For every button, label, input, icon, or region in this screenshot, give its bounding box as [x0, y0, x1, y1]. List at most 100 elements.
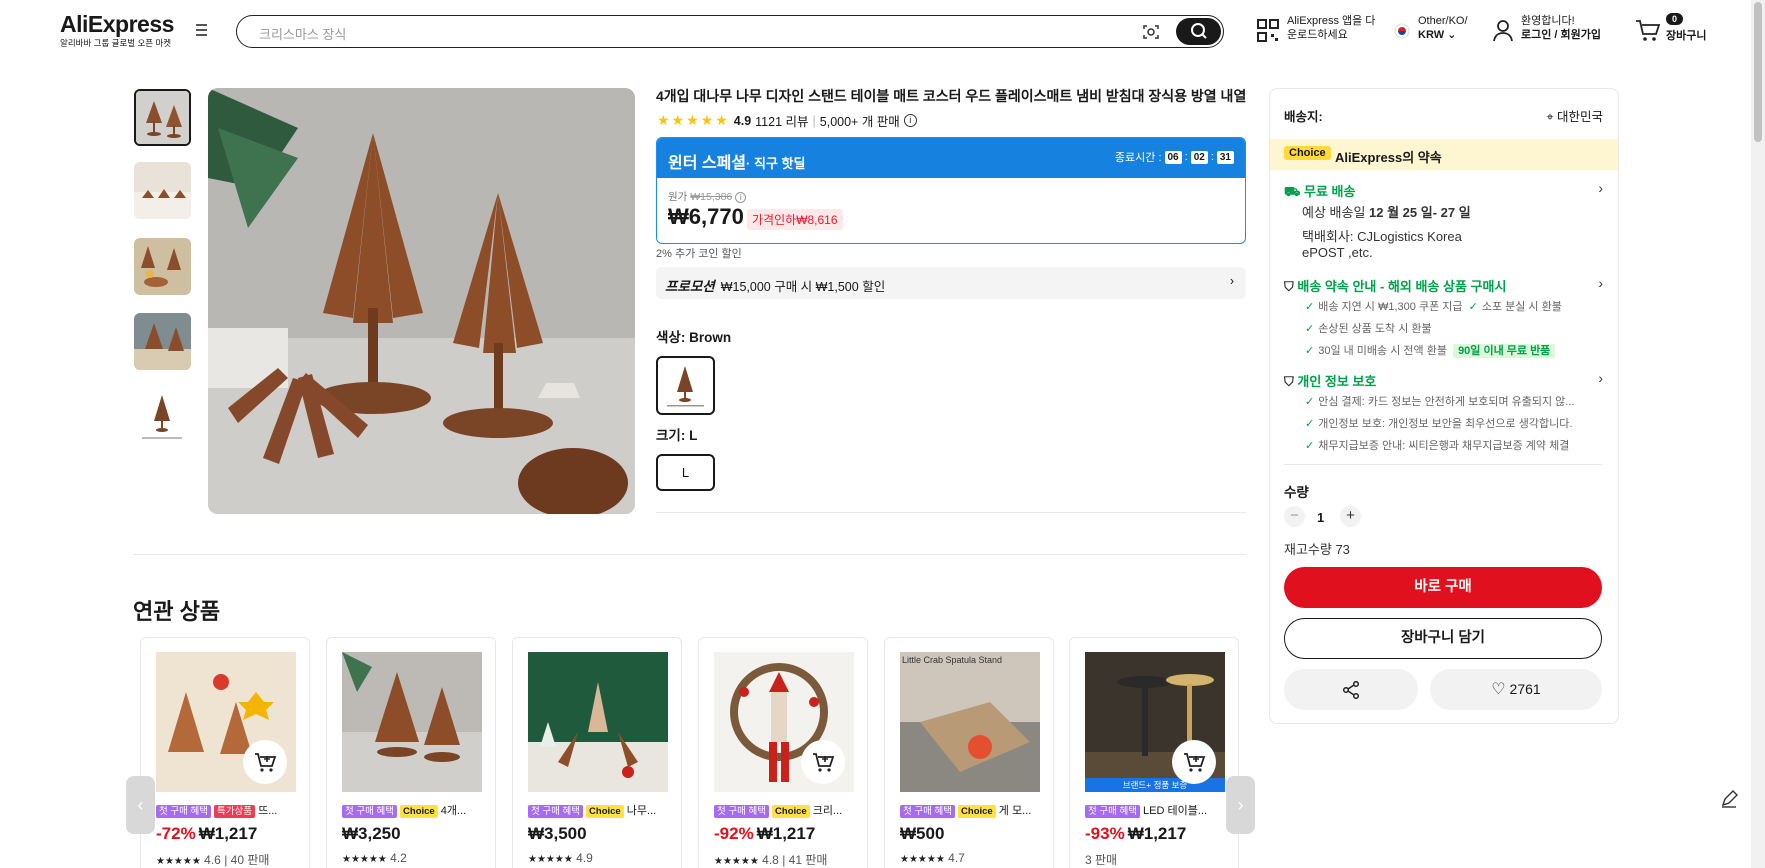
est-delivery-date: 12 월 25 일- 27 일 [1369, 205, 1471, 220]
scrollbar-thumb[interactable] [1754, 2, 1762, 142]
quick-add-cart-icon[interactable] [243, 740, 287, 784]
review-count[interactable]: 1121 리뷰 [755, 111, 808, 130]
user-icon[interactable] [1492, 19, 1514, 43]
info-icon[interactable]: i [735, 192, 747, 203]
carousel-prev-button[interactable]: ‹ [126, 776, 155, 834]
search-bar[interactable]: 크리스마스 장식 [236, 15, 1224, 48]
hamburger-menu-icon[interactable] [194, 24, 210, 38]
product-image-caption: Little Crab Spatula Stand [902, 655, 1003, 665]
free-shipping-row[interactable]: ⛟ 무료 배송 [1284, 181, 1355, 202]
chevron-right-icon[interactable]: › [1598, 275, 1603, 291]
product-card-price: ₩1,217 [1127, 824, 1187, 843]
cart-label[interactable]: 장바구니 [1666, 29, 1706, 43]
deal-subtitle: · 직구 핫딜 [746, 156, 806, 171]
timer-seconds: 31 [1216, 150, 1234, 164]
rating-stars-icon: ★★★★★ [528, 854, 573, 865]
chevron-right-icon: › [1229, 274, 1234, 288]
quick-add-cart-icon[interactable] [801, 740, 845, 784]
est-delivery-label: 예상 배송일 [1302, 205, 1370, 220]
product-card[interactable]: 첫 구매 혜택 Choice 크리... -92% ₩1,217 ★★★★★ 4.… [698, 637, 868, 868]
chevron-right-icon[interactable]: › [1598, 370, 1603, 386]
shield-check-icon: ⛉ [1284, 374, 1294, 389]
search-input[interactable]: 크리스마스 장식 [259, 24, 346, 43]
thumbnail-3[interactable] [134, 238, 191, 295]
color-option-brown[interactable] [656, 356, 715, 415]
original-price-label: 원가 [668, 191, 688, 203]
thumbnail-image [134, 389, 191, 446]
buy-now-button[interactable]: 바로 구매 [1284, 567, 1602, 608]
product-card-rating: 4.9 [576, 851, 593, 865]
timer-hours: 06 [1164, 150, 1182, 164]
logo-tagline: 알리바바 그룹 글로벌 오픈 마켓 [60, 38, 172, 48]
check-icon: ✓ [1468, 301, 1478, 313]
check-icon: ✓ [1305, 301, 1315, 313]
check-icon: ✓ [1305, 440, 1315, 452]
choice-promise-text: AliExpress의 약속 [1335, 150, 1442, 165]
deal-box: 윈터 스페셜· 직구 핫딜 종료시간 : 06: 02: 31 원가 ₩15,3… [656, 137, 1246, 244]
product-card-name: 4개... [440, 805, 467, 817]
sale-price: ₩6,770 [668, 204, 744, 229]
korea-flag-icon [1394, 23, 1410, 39]
info-icon[interactable]: i [903, 114, 917, 127]
rating-stars-icon: ★★★★★ [342, 854, 387, 865]
quantity-value[interactable]: 1 [1317, 510, 1324, 525]
price-drop-badge: 가격인하₩8,616 [747, 209, 843, 230]
product-card[interactable]: 브랜드+ 정품 보증 첫 구매 혜택 LED 테이블... -93% ₩1,217… [1069, 637, 1239, 868]
product-card-price: ₩1,217 [756, 824, 816, 843]
quantity-decrease-button[interactable]: − [1284, 506, 1305, 527]
special-deal-tag: 특가상품 [214, 805, 256, 818]
edit-icon[interactable] [1716, 786, 1742, 812]
size-option-l[interactable]: L [656, 454, 715, 491]
chevron-right-icon[interactable]: › [1598, 180, 1603, 196]
rating-stars-icon: ★★★★★ [900, 854, 945, 865]
qr-code-icon[interactable] [1257, 19, 1279, 43]
coin-discount-note: 2% 추가 코인 할인 [656, 248, 742, 260]
image-search-icon[interactable] [1141, 22, 1161, 42]
share-button[interactable] [1284, 669, 1418, 710]
product-photo [208, 88, 635, 514]
promotion-bar[interactable]: 프로모션 ₩15,000 구매 시 ₩1,500 할인 › [656, 267, 1246, 299]
thumbnail-1[interactable] [134, 89, 191, 146]
wishlist-button[interactable]: ♡ 2761 [1430, 669, 1602, 710]
quick-add-cart-icon[interactable] [1172, 740, 1216, 784]
promotion-text: ₩15,000 구매 시 ₩1,500 할인 [720, 280, 886, 294]
carrier-info-more: ePOST ,etc. [1302, 245, 1373, 260]
main-product-image[interactable] [208, 88, 635, 514]
wishlist-count: 2761 [1509, 681, 1541, 697]
timer-minutes: 02 [1190, 150, 1208, 164]
locale-selector[interactable]: Other/KO/ KRW ⌄ [1418, 14, 1468, 42]
delivery-guarantee-row[interactable]: ⛉ 배송 약속 안내 - 해외 배송 상품 구매시 [1284, 276, 1506, 295]
cart-icon[interactable] [1635, 19, 1661, 43]
product-card[interactable]: Little Crab Spatula Stand 첫 구매 혜택 Choice… [884, 637, 1054, 868]
product-title: 4개입 대나무 나무 디자인 스탠드 테이블 매트 코스터 우드 플레이스매트 … [656, 88, 1247, 104]
ship-to-label: 배송지: [1284, 110, 1323, 124]
welcome-text: 환영합니다! [1521, 15, 1575, 27]
page-scrollbar[interactable] [1751, 0, 1765, 868]
aliexpress-logo[interactable]: AliExpress 알리바바 그룹 글로벌 오픈 마켓 [60, 12, 174, 49]
app-download-link[interactable]: AliExpress 앱을 다 운로드하세요 [1287, 14, 1375, 42]
add-to-cart-button[interactable]: 장바구니 담기 [1284, 618, 1602, 659]
privacy-row[interactable]: ⛉ 개인 정보 보호 [1284, 371, 1376, 390]
free-shipping-label: 무료 배송 [1303, 184, 1356, 199]
product-card[interactable]: 첫 구매 혜택 특가상품 뜨... -72% ₩1,217 ★★★★★ 4.6 |… [140, 637, 310, 868]
rating-stars-icon: ★★★★★ [156, 856, 201, 867]
search-button[interactable] [1176, 18, 1221, 45]
thumbnail-5[interactable] [134, 389, 191, 446]
thumbnail-image [134, 238, 191, 295]
product-card[interactable]: 첫 구매 혜택 Choice 나무... ₩3,500 ★★★★★ 4.9 [512, 637, 682, 868]
quantity-increase-button[interactable]: + [1340, 506, 1361, 527]
ship-country: 대한민국 [1556, 110, 1603, 124]
login-link[interactable]: 환영합니다! 로그인 / 회원가입 [1521, 14, 1601, 42]
carousel-next-button[interactable]: › [1226, 776, 1255, 834]
thumbnail-image [134, 162, 191, 219]
product-card[interactable]: 첫 구매 혜택 Choice 4개... ₩3,250 ★★★★★ 4.2 [326, 637, 496, 868]
check-icon: ✓ [1305, 345, 1315, 357]
ship-to-selector[interactable]: ⌖ 대한민국 [1546, 106, 1603, 125]
thumbnail-4[interactable] [134, 313, 191, 370]
product-card-image [342, 652, 482, 792]
guarantee-item: 손상된 상품 도착 시 환불 [1318, 323, 1432, 335]
thumbnail-2[interactable] [134, 162, 191, 219]
product-card-rating: 4.8 [762, 853, 779, 867]
currency-label: KRW [1418, 29, 1445, 41]
divider [656, 512, 1246, 513]
